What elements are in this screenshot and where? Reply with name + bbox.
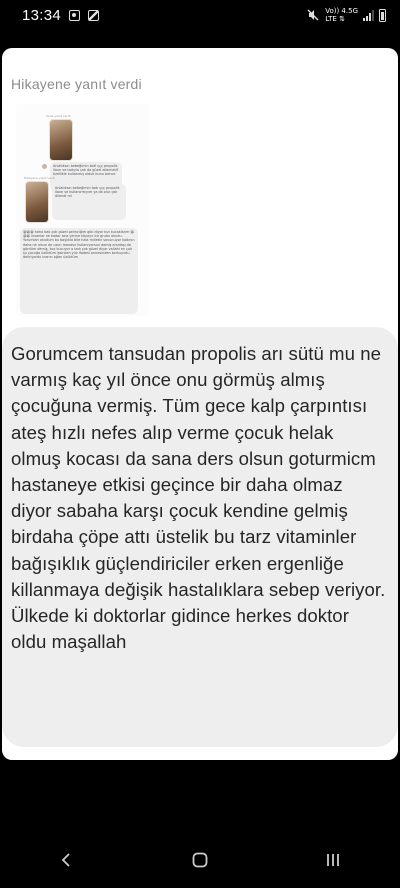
shot-story-1 (50, 120, 72, 160)
shot-bubble-3: 😀😀😀 haha bak çok güzel pelinciğim gibi d… (20, 228, 138, 314)
reply-label: Hikayene yanıt verdi (11, 76, 142, 92)
shot-avatar-1 (42, 164, 47, 169)
message-text: Gorumcem tansudan propolis arı sütü mu n… (11, 343, 386, 653)
status-bar: 13:34 Vo)) 4.5G LTE ⇅ (0, 0, 400, 30)
embedded-screenshot[interactable]: Sana yanıt verdi Anlatıksın bebeğimin ta… (16, 104, 150, 316)
message-bubble: Gorumcem tansudan propolis arı sütü mu n… (2, 327, 398, 747)
mute-icon (306, 8, 320, 22)
shot-bubble-1-text: Anlatıksın bebeğimin tadi̇ ççç propoliṡ… (53, 164, 118, 173)
shot-story-2 (26, 182, 48, 222)
navigation-bar (0, 832, 400, 888)
shot-bubble-1-extra: özellikle kullanmış olduk bunu bence (53, 172, 116, 177)
back-icon (61, 853, 70, 867)
post-card: Hikayene yanıt verdi Sana yanıt verdi An… (2, 48, 398, 760)
network-bottom: LTE ⇅ (325, 15, 345, 23)
back-button[interactable] (47, 840, 87, 880)
signal-icon (363, 9, 374, 21)
status-right: Vo)) 4.5G LTE ⇅ (306, 7, 386, 23)
battery-icon (379, 8, 386, 22)
network-top: Vo)) 4.5G (325, 7, 358, 15)
recent-apps-button[interactable] (313, 840, 353, 880)
recent-apps-icon (327, 854, 340, 866)
status-time: 13:34 (22, 6, 62, 24)
notification-icon (69, 9, 81, 21)
shot-meta-2: Hikayene yanıt verdi (24, 176, 55, 180)
status-left: 13:34 (22, 6, 100, 24)
gallery-icon (88, 9, 100, 21)
home-button[interactable] (180, 840, 220, 880)
network-indicator: Vo)) 4.5G LTE ⇅ (325, 7, 358, 23)
shot-meta-1: Sana yanıt verdi (46, 114, 71, 118)
home-icon (192, 852, 208, 868)
shot-bubble-2: Anlatıksın bebeğimin tadı ççç propoliṡ … (52, 184, 126, 220)
